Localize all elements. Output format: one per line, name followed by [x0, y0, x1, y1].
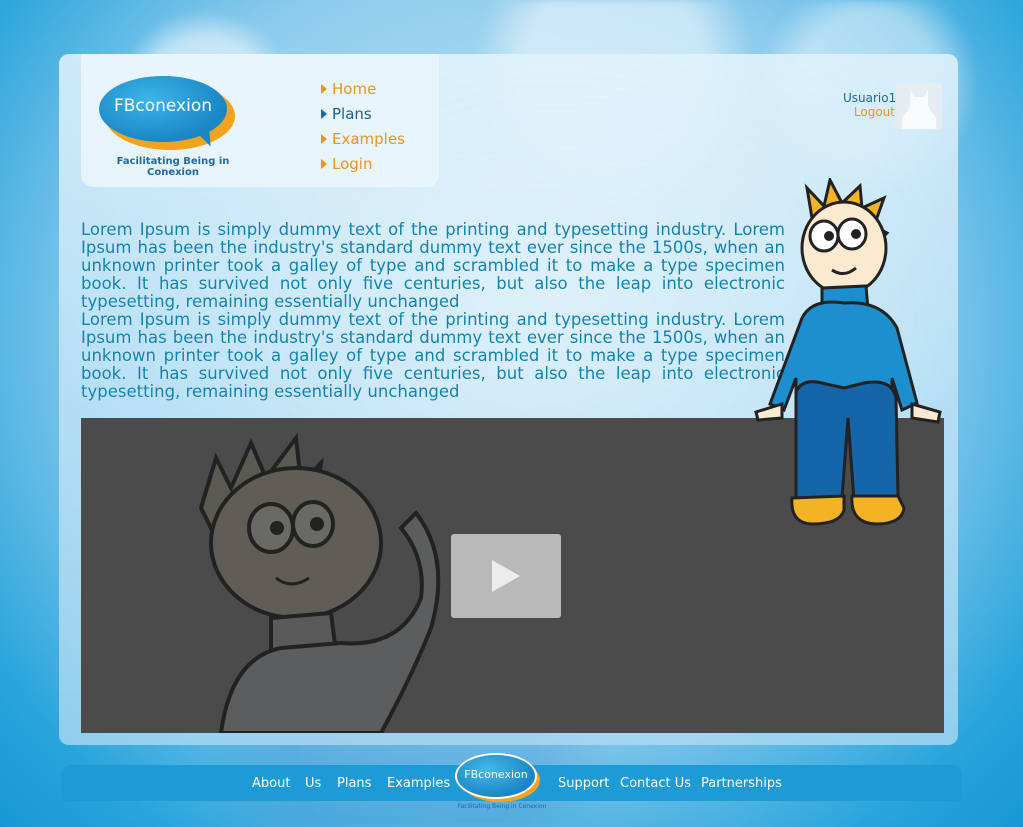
nav-item-login[interactable]: Login — [321, 151, 405, 176]
paragraph: Lorem Ipsum is simply dummy text of the … — [81, 310, 785, 401]
arrow-right-icon — [321, 108, 327, 119]
username: Usuario1 — [843, 91, 897, 105]
nav-item-label: Examples — [332, 129, 405, 148]
footer-link-us[interactable]: Us — [305, 776, 321, 791]
play-button[interactable] — [451, 534, 561, 618]
footer-logo-name: FBconexion — [464, 768, 528, 781]
footer-link-examples[interactable]: Examples — [387, 776, 450, 791]
play-icon — [492, 560, 520, 592]
intro-text: Lorem Ipsum is simply dummy text of the … — [81, 221, 785, 401]
footer-link-partnerships[interactable]: Partnerships — [701, 776, 782, 791]
nav-item-plans[interactable]: Plans — [321, 101, 405, 126]
user-panel: Usuario1 Logout — [843, 91, 897, 119]
nav-item-home[interactable]: Home — [321, 76, 405, 101]
nav-item-examples[interactable]: Examples — [321, 126, 405, 151]
brand-name: FBconexion — [113, 96, 213, 116]
brand-tagline: Facilitating Being in Conexion — [116, 156, 230, 178]
main-nav: Home Plans Examples Login — [321, 76, 405, 176]
footer-logo-tagline: Facilitating Being in Conexion — [457, 803, 547, 810]
nav-item-label: Plans — [332, 104, 372, 123]
footer-link-support[interactable]: Support — [558, 776, 609, 791]
footer-link-plans[interactable]: Plans — [337, 776, 371, 791]
cartoon-sitting-character — [754, 178, 942, 526]
arrow-right-icon — [321, 158, 327, 169]
paragraph: Lorem Ipsum is simply dummy text of the … — [81, 220, 785, 311]
footer-link-contact-us[interactable]: Contact Us — [620, 776, 691, 791]
arrow-right-icon — [321, 83, 327, 94]
footer-link-about[interactable]: About — [252, 776, 290, 791]
arrow-right-icon — [321, 133, 327, 144]
nav-item-label: Home — [332, 79, 377, 98]
avatar[interactable] — [896, 83, 942, 129]
user-silhouette-icon — [896, 83, 942, 129]
brand-logo[interactable]: FBconexion Facilitating Being in Conexio… — [97, 74, 247, 178]
footer-logo[interactable]: FBconexion Facilitating Being in Conexio… — [454, 752, 549, 812]
nav-item-label: Login — [332, 154, 373, 173]
logout-link[interactable]: Logout — [843, 105, 895, 119]
